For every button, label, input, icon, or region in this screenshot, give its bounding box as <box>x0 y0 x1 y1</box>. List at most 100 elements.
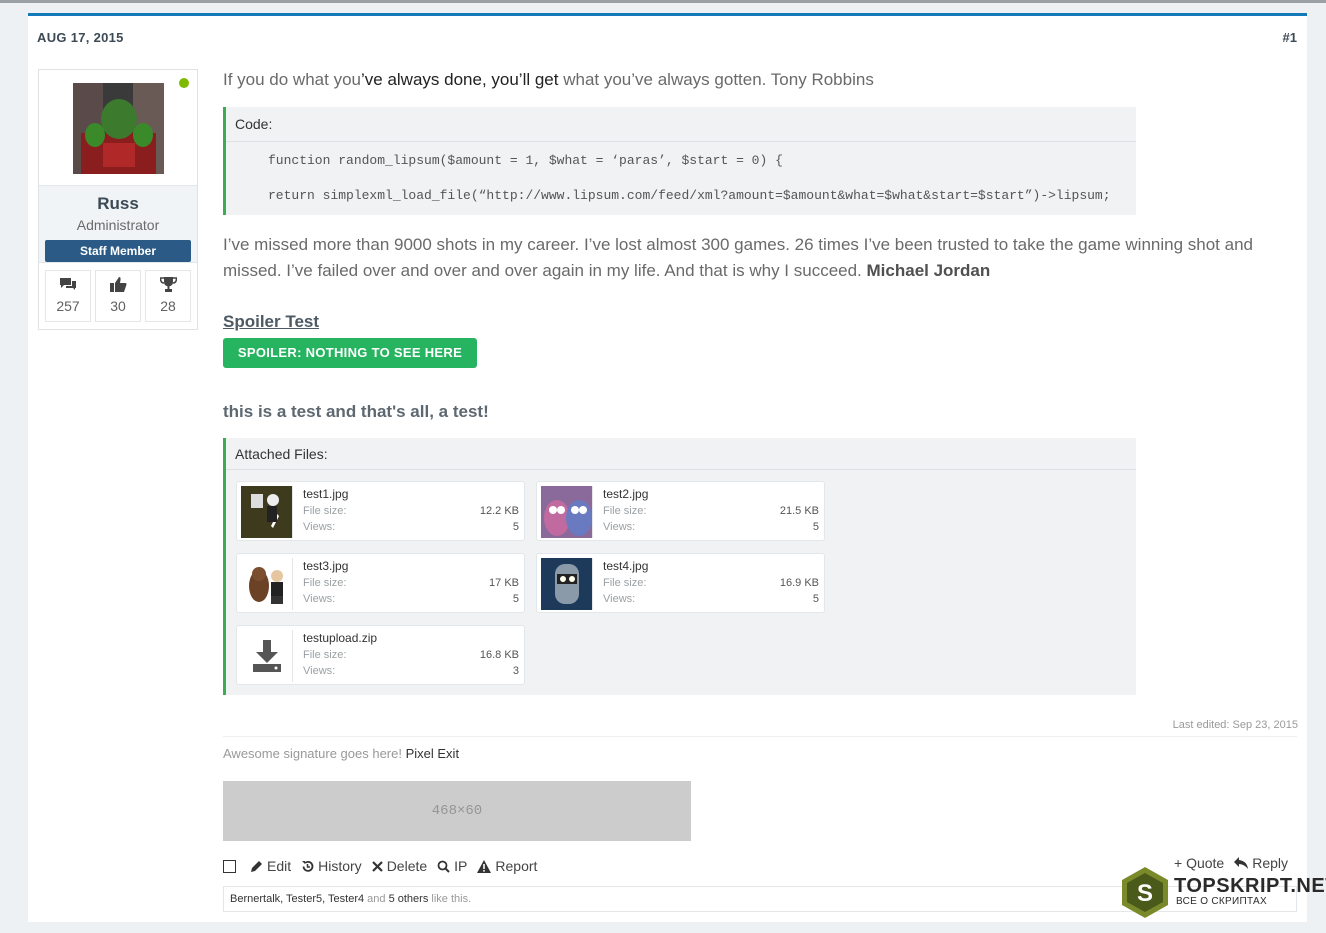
report-label: Report <box>495 858 538 874</box>
search-icon <box>437 860 450 873</box>
attached-files: Attached Files: test1.jpg File size: 12.… <box>223 438 1136 695</box>
signature-banner[interactable]: 468×60 <box>223 781 691 841</box>
edit-button[interactable]: Edit <box>250 858 291 874</box>
user-title: Administrator <box>76 217 160 233</box>
user-info: Russ Administrator Staff Member <box>39 186 197 263</box>
username[interactable]: Russ <box>39 194 197 214</box>
edit-label: Edit <box>267 858 292 874</box>
attachment-thumbnail[interactable] <box>541 558 593 610</box>
file-size-label: File size: <box>303 505 347 517</box>
stat-likes-value: 30 <box>110 298 126 314</box>
last-edited: Last edited: Sep 23, 2015 <box>1172 719 1298 731</box>
staff-badge: Staff Member <box>45 240 191 262</box>
attachment-test3[interactable]: test3.jpg File size: 17 KB Views: 5 <box>236 553 525 613</box>
signature-text: Awesome signature goes here! <box>223 746 406 761</box>
history-label: History <box>318 858 362 874</box>
attachment-name[interactable]: test1.jpg <box>303 487 348 501</box>
likes-others[interactable]: 5 others <box>389 893 429 905</box>
file-size-label: File size: <box>303 649 347 661</box>
views-value: 5 <box>512 521 519 533</box>
user-stats: 257 30 28 <box>45 270 191 322</box>
select-post-checkbox[interactable] <box>223 859 236 873</box>
attachment-name[interactable]: test4.jpg <box>603 559 648 573</box>
attachment-thumbnail[interactable] <box>241 486 293 538</box>
likes-and: and <box>364 893 389 905</box>
file-size-value: 16.8 KB <box>479 649 519 661</box>
views-label: Views: <box>303 665 336 677</box>
watermark-title: TOPSKRIPT.NET <box>1174 875 1326 897</box>
attached-files-label: Attached Files: <box>226 438 1136 470</box>
paragraph-author: Michael Jordan <box>866 261 991 280</box>
views-label: Views: <box>303 593 336 605</box>
warning-icon <box>477 859 492 873</box>
quote-part-3: what you’ve always gotten. Tony Robbins <box>558 70 874 89</box>
pencil-icon <box>251 860 262 872</box>
user-card: Russ Administrator Staff Member 257 30 2… <box>38 69 198 330</box>
test-line: this is a test and that's all, a test! <box>223 402 489 421</box>
file-size-value: 12.2 KB <box>479 505 519 517</box>
code-line-1: function random_lipsum($amount = 1, $wha… <box>268 153 783 168</box>
code-block: Code: function random_lipsum($amount = 1… <box>223 107 1136 215</box>
download-icon[interactable] <box>241 630 293 682</box>
stat-points[interactable]: 28 <box>145 270 191 322</box>
trophy-icon <box>159 277 177 292</box>
signature-divider <box>223 736 1297 737</box>
attachment-name[interactable]: test3.jpg <box>303 559 348 573</box>
views-value: 3 <box>512 665 519 677</box>
stat-likes[interactable]: 30 <box>95 270 141 322</box>
attachment-thumbnail[interactable] <box>541 486 593 538</box>
body-paragraph: I’ve missed more than 9000 shots in my c… <box>223 232 1283 284</box>
attachment-name[interactable]: testupload.zip <box>303 631 377 645</box>
stat-points-value: 28 <box>160 298 176 314</box>
post-date[interactable]: AUG 17, 2015 <box>37 30 124 45</box>
views-value: 5 <box>812 521 819 533</box>
post-actions: Edit History Delete IP Report <box>223 855 537 877</box>
code-line-2: return simplexml_load_file(“http://www.l… <box>268 188 1111 203</box>
signature: Awesome signature goes here! Pixel Exit <box>223 746 459 761</box>
logo-letter: S <box>1137 880 1153 907</box>
close-icon <box>371 860 383 872</box>
report-button[interactable]: Report <box>477 858 537 874</box>
watermark-subtitle: ВСЕ О СКРИПТАХ <box>1176 896 1267 907</box>
ip-button[interactable]: IP <box>437 858 467 874</box>
file-size-value: 16.9 KB <box>779 577 819 589</box>
file-size-value: 17 KB <box>489 577 519 589</box>
views-label: Views: <box>603 521 636 533</box>
online-status-dot <box>179 78 189 88</box>
topskript-watermark: S TOPSKRIPT.NET ВСЕ О СКРИПТАХ <box>1118 865 1326 920</box>
quote-part-1: If you do what you <box>223 70 361 89</box>
post-container: AUG 17, 2015 #1 Russ Administrator Staff… <box>28 13 1307 922</box>
views-value: 5 <box>512 593 519 605</box>
window-top-border <box>0 0 1326 3</box>
attachment-test4[interactable]: test4.jpg File size: 16.9 KB Views: 5 <box>536 553 825 613</box>
paragraph-text: I’ve missed more than 9000 shots in my c… <box>223 235 1253 280</box>
stat-messages-value: 257 <box>56 298 80 314</box>
thumbs-up-icon <box>109 277 126 292</box>
file-size-label: File size: <box>303 577 347 589</box>
file-size-label: File size: <box>603 505 647 517</box>
history-icon <box>302 860 314 872</box>
avatar[interactable] <box>73 83 164 174</box>
views-label: Views: <box>303 521 336 533</box>
stat-messages[interactable]: 257 <box>45 270 91 322</box>
post-permalink[interactable]: #1 <box>1283 30 1297 45</box>
user-avatar-area <box>39 70 197 186</box>
quote-text: If you do what you’ve always done, you’l… <box>223 70 874 90</box>
attachment-thumbnail[interactable] <box>241 558 293 610</box>
attachment-testupload[interactable]: testupload.zip File size: 16.8 KB Views:… <box>236 625 525 685</box>
delete-label: Delete <box>386 858 428 874</box>
likes-users[interactable]: Bernertalk, Tester5, Tester4 <box>230 893 364 905</box>
spoiler-button[interactable]: SPOILER: NOTHING TO SEE HERE <box>223 338 477 368</box>
signature-link[interactable]: Pixel Exit <box>406 746 459 761</box>
code-label: Code: <box>226 107 1136 142</box>
attachment-test2[interactable]: test2.jpg File size: 21.5 KB Views: 5 <box>536 481 825 541</box>
file-size-value: 21.5 KB <box>779 505 819 517</box>
comments-icon <box>60 278 76 290</box>
quote-part-2: ’ve always done, you’ll get <box>360 70 559 89</box>
likes-suffix: like this. <box>428 893 472 905</box>
attachment-test1[interactable]: test1.jpg File size: 12.2 KB Views: 5 <box>236 481 525 541</box>
attachment-name[interactable]: test2.jpg <box>603 487 648 501</box>
history-button[interactable]: History <box>301 858 362 874</box>
delete-button[interactable]: Delete <box>371 858 428 874</box>
topskript-logo-icon: S <box>1122 867 1168 918</box>
